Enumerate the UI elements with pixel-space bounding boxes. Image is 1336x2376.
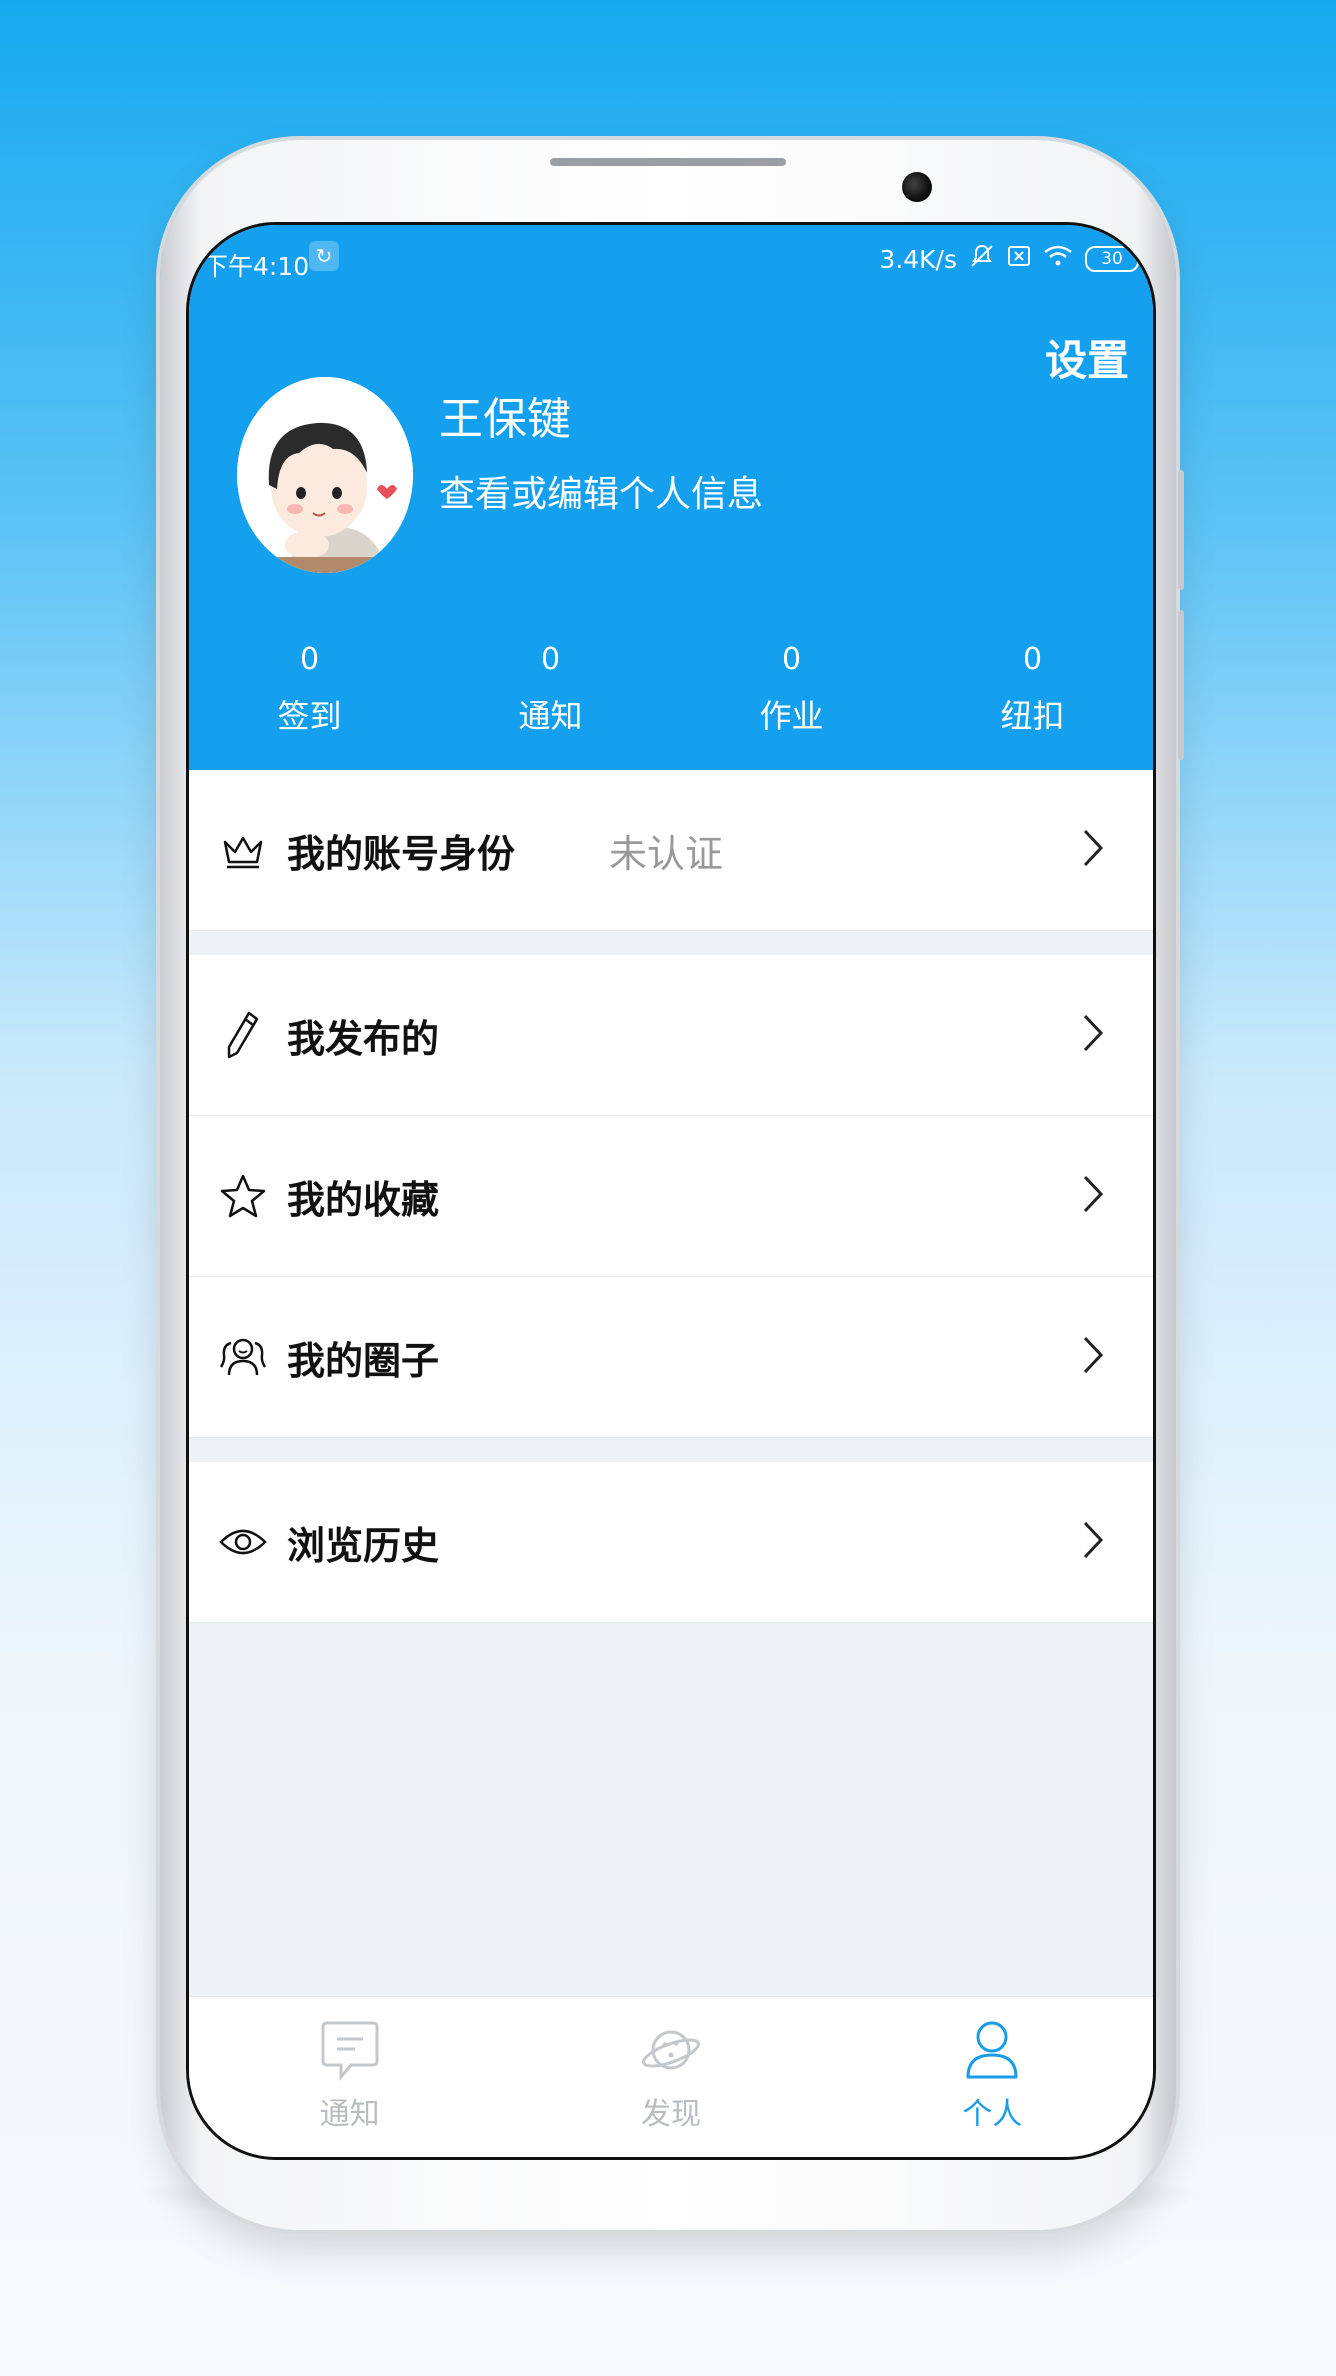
menu-item-label: 我的账号身份 [287, 831, 516, 876]
status-time: 下午4:10 [203, 252, 310, 281]
wifi-icon [1043, 244, 1073, 274]
sync-icon: ↻ [309, 241, 339, 271]
menu-item-browse-history[interactable]: 浏览历史 [189, 1462, 1153, 1623]
tab-label: 通知 [319, 2097, 380, 2132]
stat-value: 0 [299, 642, 320, 677]
tab-notifications[interactable]: 通知 [189, 1997, 510, 2157]
menu-item-my-favorites[interactable]: 我的收藏 [189, 1116, 1153, 1277]
stats-row: 0 签到 0 通知 0 作业 0 纽扣 [189, 635, 1153, 737]
stat-value: 0 [540, 642, 561, 677]
app-screen: 下午4:10 ↻ 3.4K/s 30 设置 王保键 查看或编辑个人信息 0 签到… [186, 222, 1156, 2160]
menu-item-account-identity[interactable]: 我的账号身份 未认证 [189, 770, 1153, 931]
stat-label: 作业 [759, 697, 824, 735]
eye-icon [217, 1526, 269, 1558]
bottom-tab-bar: 通知 发现 个人 [189, 1996, 1153, 2157]
menu-item-my-posts[interactable]: 我发布的 [189, 955, 1153, 1116]
edit-profile-link[interactable]: 查看或编辑个人信息 [439, 465, 763, 517]
avatar[interactable] [237, 377, 413, 573]
profile-header: 下午4:10 ↻ 3.4K/s 30 设置 王保键 查看或编辑个人信息 0 签到… [189, 225, 1153, 770]
tab-label: 个人 [962, 2097, 1023, 2132]
menu-item-label: 我的收藏 [287, 1177, 440, 1222]
tab-label: 发现 [640, 2097, 701, 2132]
menu-item-label: 我的圈子 [287, 1338, 440, 1383]
speaker-grille [550, 158, 786, 166]
power-button [1178, 610, 1184, 760]
menu-list: 我的账号身份 未认证 我发布的 我的收藏 我的圈子 浏览历史 [189, 770, 1153, 1623]
chevron-right-icon [1081, 1173, 1105, 1219]
stat-notifications[interactable]: 0 通知 [430, 635, 671, 737]
menu-item-label: 我发布的 [287, 1016, 440, 1061]
stat-label: 通知 [518, 697, 583, 735]
settings-button[interactable]: 设置 [1045, 327, 1129, 388]
tab-discover[interactable]: 发现 [510, 1997, 831, 2157]
section-divider [189, 1438, 1153, 1462]
verification-status: 未认证 [609, 831, 724, 876]
phone-frame: 下午4:10 ↻ 3.4K/s 30 设置 王保键 查看或编辑个人信息 0 签到… [160, 140, 1184, 2230]
crown-icon [217, 830, 269, 870]
front-camera [902, 172, 932, 202]
group-icon [217, 1335, 269, 1379]
message-icon [321, 2019, 379, 2085]
chevron-right-icon [1081, 1012, 1105, 1058]
stat-value: 0 [781, 642, 802, 677]
planet-icon [640, 2019, 702, 2085]
mute-bell-icon [969, 243, 995, 275]
volume-button [1178, 470, 1184, 590]
chevron-right-icon [1081, 827, 1105, 873]
stat-label: 签到 [277, 697, 342, 735]
pencil-icon [217, 1009, 269, 1061]
stat-checkin[interactable]: 0 签到 [189, 635, 430, 737]
star-icon [217, 1173, 269, 1219]
stat-homework[interactable]: 0 作业 [671, 635, 912, 737]
tab-profile[interactable]: 个人 [832, 1997, 1153, 2157]
stat-label: 纽扣 [1000, 697, 1065, 735]
battery-indicator: 30 [1085, 246, 1139, 272]
section-divider [189, 931, 1153, 955]
person-icon [964, 2019, 1020, 2085]
menu-item-my-circles[interactable]: 我的圈子 [189, 1277, 1153, 1438]
stat-value: 0 [1022, 642, 1043, 677]
username[interactable]: 王保键 [439, 383, 571, 447]
network-speed: 3.4K/s [879, 244, 957, 274]
status-bar: 下午4:10 ↻ 3.4K/s 30 [189, 225, 1153, 295]
menu-item-label: 浏览历史 [287, 1523, 440, 1568]
status-indicators: 3.4K/s 30 [879, 243, 1139, 275]
stat-buttons[interactable]: 0 纽扣 [912, 635, 1153, 737]
chevron-right-icon [1081, 1519, 1105, 1565]
sim-x-icon [1007, 244, 1031, 274]
chevron-right-icon [1081, 1334, 1105, 1380]
